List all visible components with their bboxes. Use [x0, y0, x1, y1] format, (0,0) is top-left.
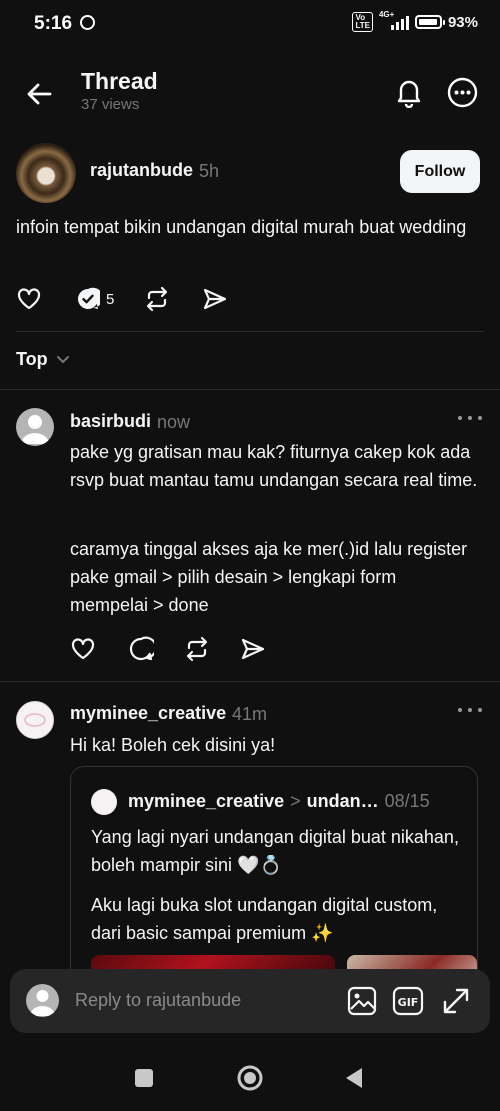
volte-icon: Vo LTE [352, 12, 373, 32]
comment-text: caramya tinggal akses aja ke mer(.)id la… [70, 539, 468, 615]
threads-notification-icon [80, 15, 95, 30]
status-icons: Vo LTE 4G+ 93% [352, 10, 478, 32]
thread-header: Thread 37 views [0, 60, 500, 124]
system-nav-bar [0, 1040, 500, 1111]
post-author-avatar[interactable] [16, 143, 76, 203]
quoted-post-header: myminee_creative > undan… 08/15 [128, 791, 430, 812]
comment-actions [70, 636, 266, 662]
post-timestamp: 5h [199, 161, 220, 181]
quoted-reply-target: undan… [306, 791, 379, 811]
repost-icon [147, 286, 168, 312]
chevron-right-icon: > [290, 791, 301, 811]
default-avatar-icon[interactable] [16, 408, 54, 446]
reply-verified-icon [77, 287, 100, 309]
status-bar: 5:16 Vo LTE 4G+ 93% [0, 0, 500, 50]
back-arrow-icon[interactable] [24, 78, 56, 110]
reply-button[interactable]: 5 [76, 287, 114, 311]
gif-icon[interactable]: GIF [392, 985, 424, 1017]
signal-icon: 4G+ [379, 10, 409, 32]
post-actions: 5 [16, 286, 228, 312]
quoted-author-avatar [91, 789, 117, 815]
follow-button[interactable]: Follow [400, 150, 480, 193]
share-button[interactable] [240, 636, 266, 662]
quoted-post-text: Aku lagi buka slot undangan digital cust… [91, 895, 438, 943]
back-icon[interactable] [344, 1067, 364, 1094]
share-button[interactable] [202, 286, 228, 312]
heart-icon [71, 638, 95, 660]
chevron-down-icon [56, 355, 69, 363]
image-icon[interactable] [346, 985, 378, 1017]
heart-icon [17, 288, 41, 310]
quoted-post-text: Yang lagi nyari undangan digital buat ni… [91, 827, 459, 875]
quoted-username: myminee_creative [128, 791, 285, 811]
comment-timestamp: now [157, 412, 191, 432]
bell-icon[interactable] [393, 76, 425, 109]
view-count: 37 views [81, 96, 140, 113]
comment-timestamp: 41m [232, 704, 268, 724]
default-avatar-icon [26, 984, 59, 1017]
more-icon[interactable] [446, 76, 479, 109]
comment-more-icon[interactable] [458, 416, 482, 424]
comment-icon [129, 636, 154, 661]
send-icon [204, 288, 227, 310]
status-time: 5:16 [34, 13, 73, 34]
reply-button[interactable] [128, 636, 154, 662]
post-body: infoin tempat bikin undangan digital mur… [16, 217, 467, 237]
quoted-post[interactable]: myminee_creative > undan… 08/15 Yang lag… [70, 766, 478, 996]
like-button[interactable] [70, 636, 96, 662]
battery-icon [414, 15, 445, 29]
comment-username[interactable]: myminee_creative [70, 703, 226, 724]
comment-more-icon[interactable] [458, 708, 482, 716]
comment-text: Hi ka! Boleh cek disini ya! [70, 735, 276, 755]
page-title: Thread [81, 68, 158, 94]
recents-icon[interactable] [134, 1068, 154, 1093]
comment-username[interactable]: basirbudi [70, 411, 151, 432]
divider [16, 331, 484, 332]
expand-icon[interactable] [440, 985, 472, 1017]
post-author-username[interactable]: rajutanbude [90, 160, 193, 181]
sort-label: Top [16, 349, 48, 369]
divider [0, 681, 500, 682]
reply-composer[interactable]: Reply to rajutanbude GIF [10, 969, 490, 1033]
home-icon[interactable] [236, 1064, 264, 1097]
reply-count: 5 [106, 290, 115, 308]
reply-input[interactable]: Reply to rajutanbude [75, 990, 241, 1011]
svg-text:GIF: GIF [398, 996, 419, 1009]
divider [0, 389, 500, 390]
repost-button[interactable] [144, 286, 170, 312]
sort-dropdown[interactable]: Top [16, 349, 70, 370]
battery-percent: 93% [447, 13, 478, 31]
repost-icon [186, 636, 208, 662]
repost-button[interactable] [184, 636, 210, 662]
quoted-post-date: 08/15 [384, 791, 430, 811]
like-button[interactable] [16, 286, 42, 312]
comment-text: pake yg gratisan mau kak? fiturnya cakep… [70, 442, 478, 490]
brand-avatar[interactable] [16, 701, 54, 739]
send-icon [241, 638, 265, 660]
